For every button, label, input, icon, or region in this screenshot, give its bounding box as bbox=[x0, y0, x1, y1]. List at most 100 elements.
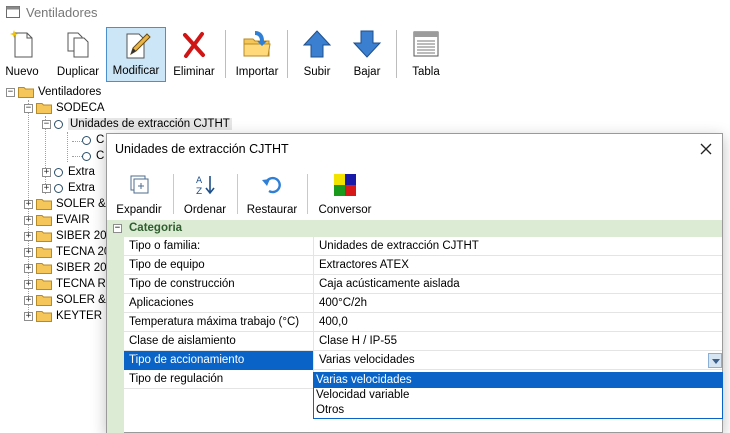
expand-button[interactable]: Expandir bbox=[115, 170, 163, 218]
move-down-button[interactable]: Bajar bbox=[346, 27, 388, 82]
tree-node-brand[interactable]: + SOLER & bbox=[24, 196, 106, 212]
tree-node-child[interactable]: C bbox=[82, 148, 104, 164]
property-row[interactable]: Clase de aislamiento Clase H / IP-55 bbox=[124, 332, 722, 351]
move-up-button[interactable]: Subir bbox=[296, 27, 338, 82]
tree-node-child[interactable]: C bbox=[82, 132, 104, 148]
restore-icon bbox=[262, 176, 281, 194]
dropdown-option[interactable]: Varias velocidades bbox=[314, 373, 722, 388]
new-label: Nuevo bbox=[5, 66, 39, 78]
tree-node-brand[interactable]: + KEYTER bbox=[24, 308, 102, 324]
delete-button[interactable]: Eliminar bbox=[172, 27, 216, 82]
expand-toggle[interactable]: + bbox=[24, 263, 33, 273]
dropdown-list[interactable]: Varias velocidades Velocidad variable Ot… bbox=[313, 372, 723, 419]
column-divider bbox=[313, 313, 314, 332]
converter-colors-icon bbox=[334, 174, 356, 196]
combo-dropdown-button[interactable] bbox=[708, 353, 722, 368]
expand-toggle[interactable]: + bbox=[42, 167, 51, 177]
chevron-down-icon bbox=[712, 359, 720, 364]
expand-toggle[interactable]: + bbox=[24, 279, 33, 289]
dropdown-option[interactable]: Otros bbox=[314, 403, 722, 418]
tree-node-label: SOLER & bbox=[56, 294, 106, 306]
modify-button[interactable]: Modificar bbox=[106, 27, 166, 82]
property-row[interactable]: Tipo de equipo Extractores ATEX bbox=[124, 256, 722, 275]
svg-text:Z: Z bbox=[196, 187, 202, 197]
tree-node-cjtht[interactable]: − Unidades de extracción CJTHT bbox=[42, 116, 232, 132]
converter-button[interactable]: Conversor bbox=[317, 170, 373, 218]
property-value[interactable]: Caja acústicamente aislada bbox=[319, 278, 460, 290]
converter-label: Conversor bbox=[318, 204, 372, 216]
property-value[interactable]: 400,0 bbox=[319, 316, 348, 328]
expand-toggle[interactable]: + bbox=[24, 215, 33, 225]
property-row[interactable]: Aplicaciones 400°C/2h bbox=[124, 294, 722, 313]
sort-button[interactable]: A Z Ordenar bbox=[181, 170, 229, 218]
import-label: Importar bbox=[235, 66, 279, 78]
close-button[interactable] bbox=[697, 140, 715, 158]
expand-label: Expandir bbox=[116, 204, 162, 216]
duplicate-button[interactable]: Duplicar bbox=[55, 27, 101, 82]
expand-toggle[interactable]: + bbox=[24, 295, 33, 305]
table-button[interactable]: Tabla bbox=[404, 27, 448, 82]
tree-node-brand[interactable]: + TECNA RE bbox=[24, 276, 114, 292]
property-value[interactable]: Unidades de extracción CJTHT bbox=[319, 240, 479, 252]
duplicate-icon bbox=[67, 32, 89, 58]
tree-node-extra[interactable]: + Extra bbox=[42, 180, 95, 196]
tree-node-sodeca[interactable]: − SODECA bbox=[24, 100, 105, 116]
expand-toggle[interactable]: + bbox=[24, 231, 33, 241]
tree-node-brand[interactable]: + TECNA 20 bbox=[24, 244, 110, 260]
expand-toggle[interactable]: + bbox=[42, 183, 51, 193]
tree-node-extra[interactable]: + Extra bbox=[42, 164, 95, 180]
collapse-toggle[interactable]: − bbox=[42, 119, 51, 129]
property-row[interactable]: Temperatura máxima trabajo (°C) 400,0 bbox=[124, 313, 722, 332]
tree-node-root[interactable]: − Ventiladores bbox=[6, 84, 101, 100]
svg-text:A: A bbox=[196, 176, 203, 186]
property-value[interactable]: 400°C/2h bbox=[319, 297, 367, 309]
modify-label: Modificar bbox=[112, 65, 160, 77]
tree-node-label: KEYTER bbox=[56, 310, 103, 322]
tree-node-brand[interactable]: + SIBER 20 bbox=[24, 260, 107, 276]
import-button[interactable]: Importar bbox=[234, 27, 280, 82]
main-titlebar: Ventiladores bbox=[0, 0, 730, 26]
tree-node-brand[interactable]: + SOLER & bbox=[24, 292, 106, 308]
collapse-toggle[interactable]: − bbox=[24, 103, 33, 113]
property-row[interactable]: Tipo o familia: Unidades de extracción C… bbox=[124, 237, 722, 256]
dropdown-option[interactable]: Velocidad variable bbox=[314, 388, 722, 403]
expand-toggle[interactable]: + bbox=[24, 199, 33, 209]
close-icon bbox=[700, 143, 712, 155]
dialog-title: Unidades de extracción CJTHT bbox=[115, 142, 289, 156]
table-icon bbox=[413, 31, 439, 57]
tree-node-brand[interactable]: + SIBER 20 bbox=[24, 228, 107, 244]
expand-toggle[interactable]: + bbox=[24, 311, 33, 321]
folder-icon bbox=[36, 103, 52, 114]
tree-node-label: Extra bbox=[68, 182, 95, 194]
edit-pencil-icon bbox=[126, 33, 151, 59]
arrow-down-icon bbox=[352, 30, 382, 58]
property-row[interactable]: Tipo de construcción Caja acústicamente … bbox=[124, 275, 722, 294]
new-button[interactable]: Nuevo bbox=[2, 27, 42, 82]
property-combo-value[interactable]: Varias velocidades bbox=[319, 354, 415, 366]
move-up-label: Subir bbox=[303, 66, 331, 78]
expand-toggle[interactable]: + bbox=[24, 247, 33, 257]
folder-icon bbox=[18, 87, 34, 98]
tree-node-label: SODECA bbox=[56, 102, 105, 114]
tree-guide bbox=[72, 141, 82, 142]
folder-icon bbox=[36, 311, 52, 322]
property-value[interactable]: Clase H / IP-55 bbox=[319, 335, 397, 347]
collapse-toggle[interactable]: − bbox=[6, 87, 15, 97]
property-row-selected[interactable]: Tipo de accionamiento Varias velocidades bbox=[124, 351, 722, 370]
tree-guide bbox=[67, 132, 68, 162]
tree-guide bbox=[72, 156, 82, 157]
column-divider bbox=[313, 294, 314, 313]
restore-button[interactable]: Restaurar bbox=[245, 170, 299, 218]
property-name: Tipo de construcción bbox=[129, 278, 235, 290]
app-window-icon bbox=[6, 6, 20, 18]
folder-icon bbox=[36, 231, 52, 242]
collapse-toggle[interactable]: − bbox=[113, 224, 122, 233]
folder-icon bbox=[36, 199, 52, 210]
property-value[interactable]: Extractores ATEX bbox=[319, 259, 409, 271]
circle-node-icon bbox=[54, 119, 63, 129]
property-name: Aplicaciones bbox=[129, 297, 194, 309]
tree-node-label: SIBER 20 bbox=[56, 262, 107, 274]
window-title: Ventiladores bbox=[26, 5, 98, 20]
category-row[interactable]: − Categoria bbox=[107, 220, 722, 237]
tree-node-brand[interactable]: + EVAIR bbox=[24, 212, 90, 228]
